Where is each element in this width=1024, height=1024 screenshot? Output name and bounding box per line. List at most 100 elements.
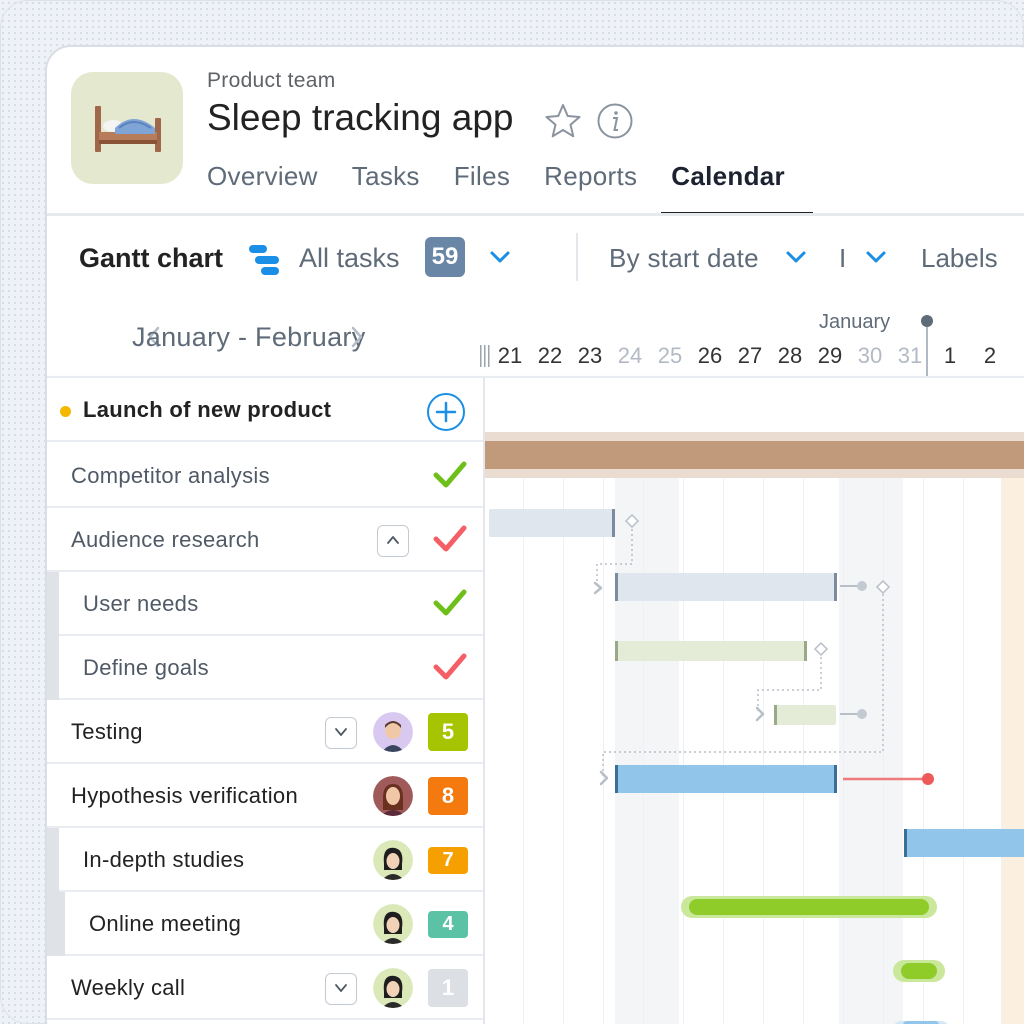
day-label: 25: [657, 343, 683, 368]
task-row[interactable]: User needs: [47, 572, 483, 636]
info-icon[interactable]: [596, 102, 634, 145]
task-progress: [901, 963, 937, 979]
task-row[interactable]: Launch of new product: [47, 378, 483, 442]
task-name: Hypothesis verification: [71, 783, 298, 808]
bar-handle[interactable]: [615, 573, 618, 601]
avatar[interactable]: [373, 968, 413, 1008]
task-row[interactable]: Weekly call 1: [47, 956, 483, 1020]
bar-handle[interactable]: [774, 705, 777, 725]
bar-handle[interactable]: [804, 641, 807, 661]
indent-marker: [47, 636, 59, 700]
task-row[interactable]: Define goals: [47, 636, 483, 700]
day-label: 3: [1010, 343, 1024, 369]
day-label: 2: [983, 343, 997, 368]
task-row[interactable]: Hypothesis verification 8: [47, 764, 483, 828]
today-marker: [921, 315, 933, 327]
gantt-chart: [485, 378, 1024, 1024]
header-divider: [47, 213, 1024, 216]
view-title: Gantt chart: [79, 243, 224, 273]
bar-handle[interactable]: [615, 765, 618, 793]
attention-check-icon[interactable]: [433, 652, 467, 687]
day-label: 22: [537, 343, 563, 368]
day-label: 30: [857, 343, 883, 368]
count-badge: 4: [428, 911, 468, 938]
avatar[interactable]: [373, 904, 413, 944]
task-bar[interactable]: [615, 641, 807, 661]
bar-handle[interactable]: [834, 573, 837, 601]
gantt-icon[interactable]: [247, 243, 283, 282]
task-row[interactable]: Competitor analysis: [47, 444, 483, 508]
bar-handle[interactable]: [615, 641, 618, 661]
avatar[interactable]: [373, 840, 413, 880]
filter-chevron-down-icon[interactable]: [489, 250, 511, 269]
task-name: Audience research: [71, 527, 260, 552]
bar-handle[interactable]: [904, 829, 907, 857]
task-name: Launch of new product: [83, 397, 332, 422]
count-badge: 1: [428, 969, 468, 1007]
tab-tasks[interactable]: Tasks: [352, 161, 420, 192]
tab-overview[interactable]: Overview: [207, 161, 318, 192]
done-check-icon[interactable]: [433, 588, 467, 623]
task-name: User needs: [83, 591, 199, 616]
task-bar[interactable]: [774, 705, 836, 725]
task-row[interactable]: In-depth studies 7: [47, 828, 483, 892]
day-label: 26: [697, 343, 723, 368]
task-bar[interactable]: [489, 509, 615, 537]
day-label: 21: [497, 343, 523, 368]
toolbar-divider: [576, 233, 578, 281]
day-label: 29: [817, 343, 843, 368]
next-month-icon[interactable]: [350, 325, 364, 354]
labels-dropdown[interactable]: Labels: [921, 243, 998, 274]
indent-marker: [47, 572, 59, 636]
sort-chevron-down-icon[interactable]: [785, 250, 807, 269]
count-badge: 7: [428, 847, 468, 874]
task-bar[interactable]: [615, 765, 837, 793]
avatar[interactable]: [373, 776, 413, 816]
task-name: Online meeting: [89, 911, 242, 936]
done-check-icon[interactable]: [433, 460, 467, 495]
task-name: Testing: [71, 719, 143, 744]
bar-handle[interactable]: [612, 509, 615, 537]
extra-chevron-down-icon[interactable]: [865, 250, 887, 269]
day-label: 31: [897, 343, 923, 368]
task-count-badge: 59: [425, 237, 465, 277]
project-title: Sleep tracking app: [207, 97, 514, 138]
task-name: Weekly call: [71, 975, 186, 1000]
task-list: Launch of new product Competitor analysi…: [47, 378, 485, 1024]
tab-calendar[interactable]: Calendar: [671, 161, 785, 192]
date-range: January - February: [132, 322, 366, 352]
collapse-button[interactable]: [377, 525, 409, 557]
bar-handle[interactable]: [834, 765, 837, 793]
star-icon[interactable]: [544, 102, 582, 145]
group-status-dot: [60, 406, 71, 417]
bed-icon: [71, 72, 183, 184]
avatar[interactable]: [373, 712, 413, 752]
day-label: 24: [617, 343, 643, 368]
project-window: Product team Sleep tracking app Overview…: [45, 45, 1024, 1024]
task-name: Competitor analysis: [71, 463, 270, 488]
expand-button[interactable]: [325, 717, 357, 749]
dependency-lines: [593, 513, 934, 786]
task-progress: [689, 899, 929, 915]
add-task-icon[interactable]: [426, 392, 466, 437]
extra-dropdown[interactable]: I: [839, 243, 846, 274]
day-label: 28: [777, 343, 803, 368]
task-name: In-depth studies: [83, 847, 245, 872]
task-bar[interactable]: [615, 573, 837, 601]
indent-marker: [47, 892, 65, 956]
task-filter[interactable]: All tasks: [299, 243, 400, 274]
month-label: January: [819, 311, 891, 333]
tab-files[interactable]: Files: [454, 161, 510, 192]
day-label: 1: [943, 343, 957, 368]
count-badge: 5: [428, 713, 468, 751]
expand-button[interactable]: [325, 973, 357, 1005]
attention-check-icon[interactable]: [433, 524, 467, 559]
tab-reports[interactable]: Reports: [544, 161, 637, 192]
team-name: Product team: [207, 69, 336, 92]
task-bar[interactable]: [904, 829, 1024, 857]
sort-dropdown[interactable]: By start date: [609, 243, 759, 274]
tab-bar: Overview Tasks Files Reports Calendar: [207, 161, 819, 192]
task-row[interactable]: Audience research: [47, 508, 483, 572]
task-row[interactable]: Testing 5: [47, 700, 483, 764]
task-row[interactable]: Online meeting 4: [47, 892, 483, 956]
